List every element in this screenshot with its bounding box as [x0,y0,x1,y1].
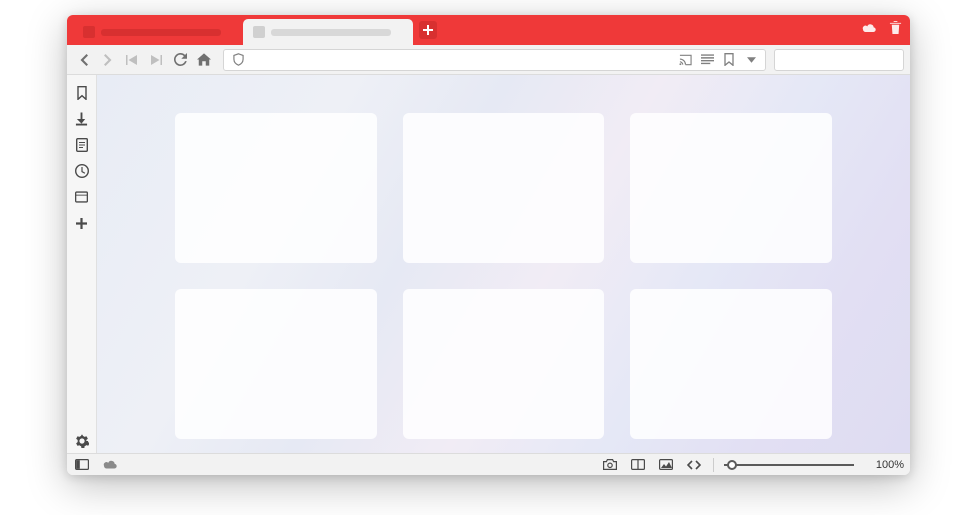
cast-icon[interactable] [677,52,693,68]
rewind-button[interactable] [121,49,143,71]
reload-icon [174,53,187,66]
speed-dial-tile[interactable] [630,289,832,439]
chevron-right-icon [103,54,113,66]
body [67,75,910,453]
window-panel-button[interactable] [70,185,94,209]
browser-window: 100% [67,15,910,475]
sync-status-button[interactable] [101,456,119,474]
panel-toggle-icon [75,459,89,470]
reader-icon[interactable] [699,52,715,68]
gear-icon [75,434,89,448]
camera-icon [603,459,617,470]
speed-dial-tile[interactable] [403,289,605,439]
new-tab-button[interactable] [419,21,437,39]
history-panel-button[interactable] [70,159,94,183]
tiling-button[interactable] [629,456,647,474]
home-icon [197,53,211,66]
devtools-button[interactable] [685,456,703,474]
settings-button[interactable] [70,429,94,453]
side-panel [67,75,97,453]
tab-active[interactable] [243,19,413,45]
address-bar[interactable] [223,49,766,71]
window-icon [75,191,88,203]
back-button[interactable] [73,49,95,71]
image-icon [659,459,673,470]
tab-title-placeholder [101,29,221,36]
notes-panel-button[interactable] [70,133,94,157]
home-button[interactable] [193,49,215,71]
search-input[interactable] [787,53,910,67]
speed-dial [97,75,910,453]
reload-button[interactable] [169,49,191,71]
download-icon [75,112,88,126]
zoom-level-label: 100% [864,459,904,471]
shield-icon[interactable] [230,52,246,68]
tab-favicon [253,26,265,38]
bookmark-outline-icon [77,86,87,100]
tab-bar [67,15,910,45]
trash-icon[interactable] [889,20,902,40]
fastforward-icon [150,55,162,65]
images-toggle-button[interactable] [657,456,675,474]
note-icon [76,138,88,152]
speed-dial-tile[interactable] [175,113,377,263]
zoom-track[interactable] [724,464,854,466]
forward-button[interactable] [97,49,119,71]
zoom-slider[interactable] [724,464,854,466]
address-input[interactable] [252,53,671,67]
downloads-panel-button[interactable] [70,107,94,131]
search-box[interactable] [774,49,904,71]
tab-background[interactable] [73,19,243,45]
history-icon [75,164,89,178]
zoom-knob[interactable] [727,460,737,470]
navigation-toolbar [67,45,910,75]
plus-icon [423,25,433,35]
cloud-icon [102,459,118,470]
speed-dial-tile[interactable] [175,289,377,439]
bookmarks-panel-button[interactable] [70,81,94,105]
speed-dial-tile[interactable] [403,113,605,263]
bookmark-icon[interactable] [721,52,737,68]
divider [713,458,714,472]
tab-favicon [83,26,95,38]
speed-dial-tile[interactable] [630,113,832,263]
add-panel-button[interactable] [70,211,94,235]
screenshot-button[interactable] [601,456,619,474]
plus-icon [76,218,87,229]
tiling-icon [631,459,645,470]
cloud-icon[interactable] [861,21,877,39]
tab-title-placeholder [271,29,391,36]
devtools-icon [687,460,701,470]
chevron-down-icon[interactable] [743,52,759,68]
status-bar: 100% [67,453,910,475]
fast-forward-button[interactable] [145,49,167,71]
panel-toggle-button[interactable] [73,456,91,474]
chevron-left-icon [79,54,89,66]
rewind-icon [126,55,138,65]
